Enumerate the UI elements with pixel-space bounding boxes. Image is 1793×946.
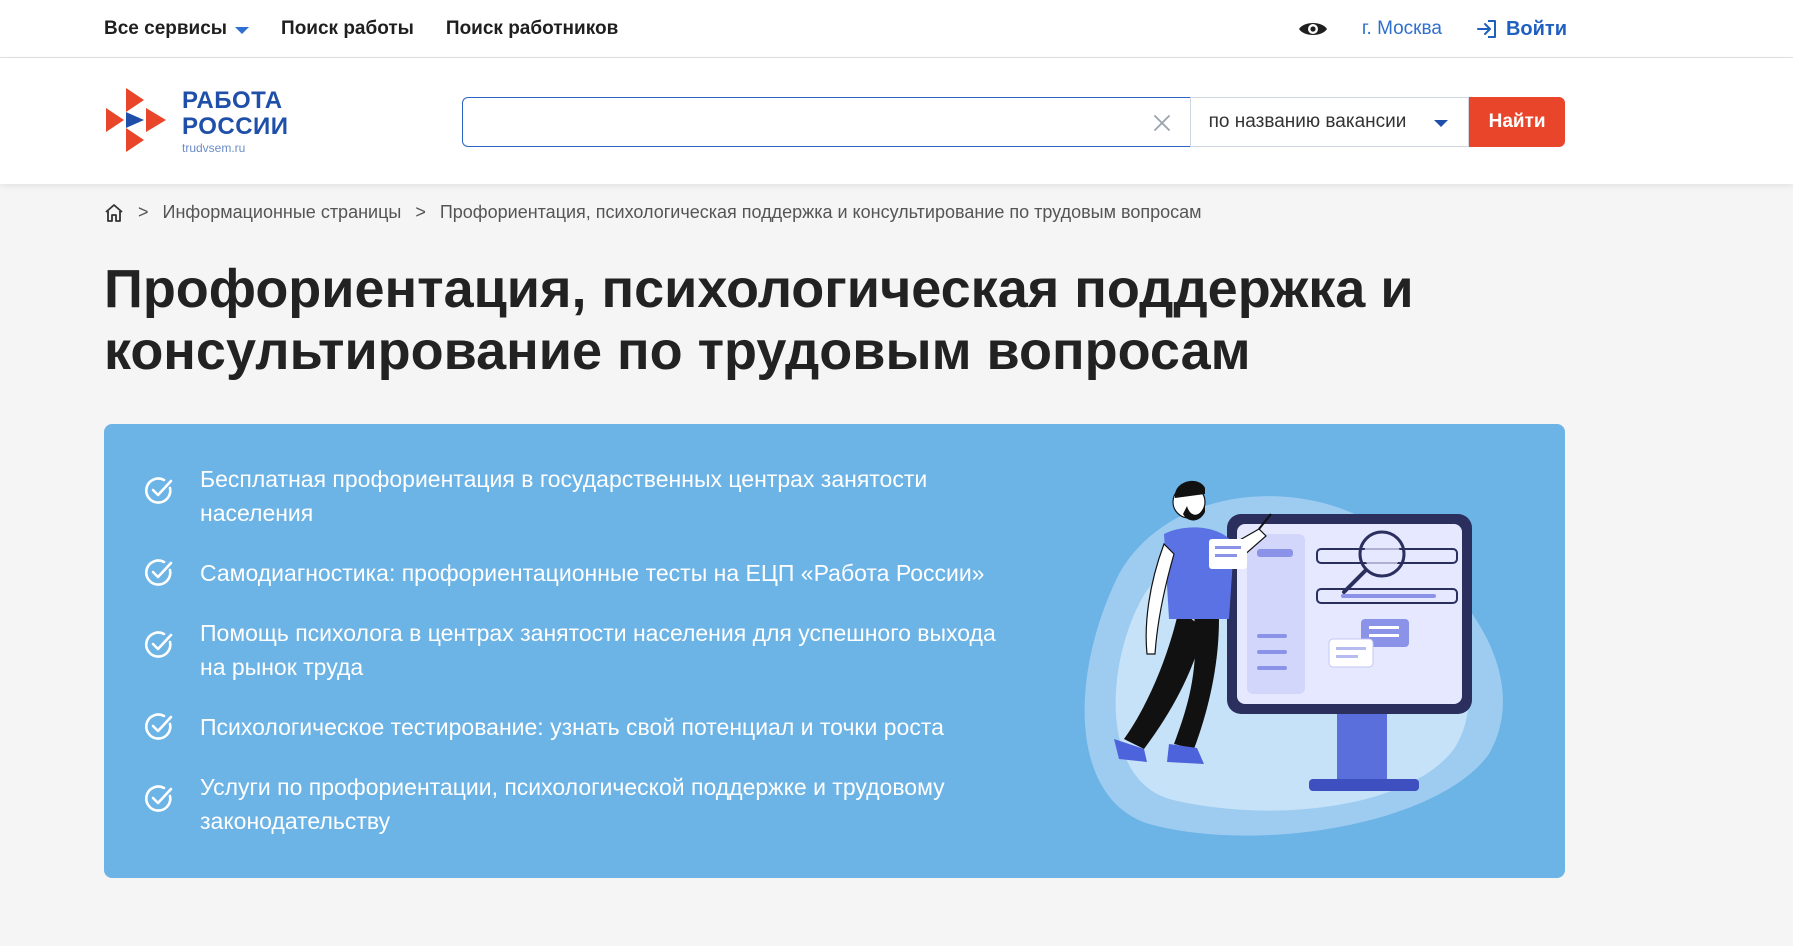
services-banner: Бесплатная профориентация в государствен… [104, 424, 1565, 878]
employee-search-link[interactable]: Поиск работников [446, 18, 618, 40]
page: Все сервисы Поиск работы Поиск работнико… [0, 0, 1793, 946]
search-input-wrap [462, 97, 1190, 147]
check-circle-icon [144, 559, 173, 586]
logo-line-2: РОССИИ [182, 112, 289, 140]
check-circle-icon [144, 477, 173, 504]
feature-text: Самодиагностика: профориентационные тест… [200, 560, 985, 586]
site-header: РАБОТА РОССИИ trudvsem.ru по названию ва… [0, 58, 1793, 184]
features-list: Бесплатная профориентация в государствен… [142, 462, 1072, 864]
home-icon[interactable] [104, 203, 124, 223]
eye-icon [1298, 23, 1327, 35]
breadcrumb: > Информационные страницы > Профориентац… [104, 202, 1201, 223]
feature-item: Психологическое тестирование: узнать сво… [142, 710, 1072, 744]
breadcrumb-current: Профориентация, психологическая поддержк… [439, 202, 1202, 222]
check-circle-icon [144, 713, 173, 740]
search-mode-label: по названию вакансии [1208, 111, 1407, 132]
logo-text: РАБОТА РОССИИ trudvsem.ru [182, 86, 289, 155]
top-nav: Все сервисы Поиск работы Поиск работнико… [104, 0, 618, 58]
accessibility-button[interactable] [1298, 19, 1328, 39]
site-logo[interactable]: РАБОТА РОССИИ trudvsem.ru [104, 86, 289, 156]
check-circle-icon [144, 785, 173, 812]
all-services-menu[interactable]: Все сервисы [104, 18, 250, 40]
feature-item: Помощь психолога в центрах занятости нас… [142, 616, 1072, 684]
chevron-down-icon [235, 26, 250, 34]
search-button[interactable]: Найти [1469, 97, 1565, 147]
search-mode-select[interactable]: по названию вакансии [1189, 97, 1470, 147]
page-title-line-1: Профориентация, психологическая поддержк… [104, 259, 1414, 319]
chevron-down-icon [1434, 119, 1449, 127]
search-input[interactable] [463, 98, 1190, 146]
feature-text: Бесплатная профориентация в государствен… [200, 466, 928, 526]
top-right-controls: г. Москва Войти [1298, 0, 1567, 58]
search-bar: по названию вакансии Найти [462, 97, 1565, 147]
page-title-line-2: консультирование по трудовым вопросам [104, 321, 1251, 381]
breadcrumb-separator: > [138, 202, 149, 222]
feature-item: Услуги по профориентации, психологическо… [142, 770, 1072, 838]
page-title: Профориентация, психологическая поддержк… [104, 258, 1504, 382]
feature-text: Помощь психолога в центрах занятости нас… [200, 620, 996, 680]
check-circle-icon [144, 631, 173, 658]
feature-text: Услуги по профориентации, психологическо… [200, 774, 945, 834]
logo-domain: trudvsem.ru [182, 140, 246, 155]
breadcrumb-separator: > [415, 202, 426, 222]
login-icon [1476, 20, 1496, 38]
login-label: Войти [1505, 17, 1567, 40]
feature-item: Самодиагностика: профориентационные тест… [142, 556, 1072, 590]
job-search-link[interactable]: Поиск работы [281, 18, 414, 40]
logo-arrows-icon [106, 88, 166, 152]
all-services-label: Все сервисы [104, 18, 228, 39]
logo-line-1: РАБОТА [182, 86, 283, 114]
close-icon[interactable] [1152, 113, 1172, 133]
city-selector[interactable]: г. Москва [1362, 18, 1442, 40]
breadcrumb-info-pages[interactable]: Информационные страницы [163, 202, 402, 223]
career-illustration [1084, 480, 1503, 836]
feature-item: Бесплатная профориентация в государствен… [142, 462, 1072, 530]
top-bar: Все сервисы Поиск работы Поиск работнико… [0, 0, 1793, 58]
feature-text: Психологическое тестирование: узнать сво… [200, 714, 944, 740]
login-button[interactable]: Войти [1476, 18, 1567, 41]
